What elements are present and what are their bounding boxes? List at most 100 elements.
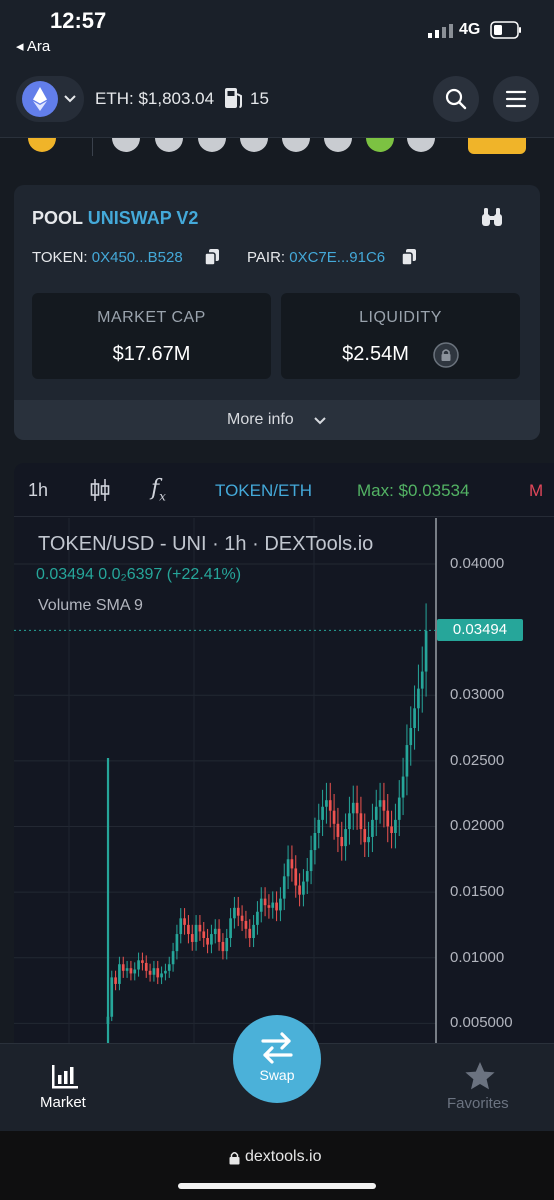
min-price-cut: M — [529, 481, 544, 500]
y-tick-label: 0.005000 — [450, 1014, 513, 1032]
website-icon[interactable] — [112, 138, 140, 152]
candle-body — [305, 871, 309, 882]
nav-favorites-label: Favorites — [447, 1095, 509, 1112]
y-tick-label: 0.04000 — [450, 554, 505, 572]
y-tick-label: 0.03000 — [450, 686, 505, 704]
candle-body — [351, 802, 355, 814]
candle-body — [313, 833, 317, 851]
chart-panel: 1h fx TOKEN/ETH Max: $0.03534 M TOKEN/US… — [14, 463, 554, 1043]
interval-selector[interactable]: 1h — [28, 480, 48, 501]
candle-body — [344, 829, 347, 847]
status-bar: 12:57 ◂ Ara 4G — [0, 0, 554, 60]
candle-body — [190, 934, 194, 942]
candlestick-icon[interactable] — [89, 477, 111, 503]
candle-body — [171, 951, 175, 965]
gas-pump-icon — [225, 88, 242, 108]
candle-body — [325, 800, 328, 807]
home-indicator[interactable] — [178, 1183, 376, 1189]
browser-url-bar[interactable]: dextools.io — [0, 1131, 554, 1200]
back-to-app[interactable]: ◂ Ara — [16, 37, 50, 55]
candle-body — [267, 905, 271, 908]
app-icon[interactable] — [366, 138, 394, 152]
swap-arrows-icon — [261, 1032, 293, 1064]
chart-title: TOKEN/USD - UNI · 1h · DEXTools.io — [38, 533, 374, 555]
pool-title: POOL UNISWAP V2 — [32, 208, 198, 229]
score-badge — [468, 138, 526, 154]
battery-icon — [490, 21, 521, 39]
lock-icon — [229, 1152, 240, 1165]
token-address[interactable]: 0X450...B528 — [92, 249, 183, 266]
candle-body — [401, 776, 405, 798]
candle-body — [118, 964, 121, 984]
pool-info-card: POOL UNISWAP V2 TOKEN: 0X450...B528 PAIR… — [14, 185, 540, 440]
chain-selector[interactable] — [16, 76, 84, 122]
candle-body — [148, 970, 152, 975]
candle-body — [213, 928, 217, 935]
copy-icon[interactable] — [401, 248, 417, 266]
token-label: TOKEN: — [32, 249, 88, 266]
candle-body — [183, 918, 186, 925]
y-tick-label: 0.01500 — [450, 883, 505, 901]
candle-body — [290, 859, 294, 869]
candle-body — [256, 911, 259, 925]
nav-market-label: Market — [40, 1094, 86, 1111]
eth-price: ETH: $1,803.04 — [95, 89, 215, 108]
pair-toggle[interactable]: TOKEN/ETH — [215, 481, 312, 501]
nav-market[interactable]: Market — [30, 1044, 100, 1132]
search-button[interactable] — [433, 76, 479, 122]
github-icon[interactable] — [324, 138, 352, 152]
copy-icon[interactable] — [204, 248, 220, 266]
candle-body — [409, 728, 413, 746]
candle-body — [294, 868, 298, 886]
candle-body — [363, 829, 367, 843]
menu-button[interactable] — [493, 76, 539, 122]
ethereum-icon — [22, 81, 58, 117]
binoculars-icon[interactable] — [480, 206, 504, 228]
candle-body — [275, 902, 278, 911]
chevron-down-icon — [314, 417, 326, 425]
candle-body — [221, 941, 225, 952]
pair-address-row: PAIR: 0XC7E...91C6 — [247, 249, 385, 266]
volume-spike-bar — [106, 758, 110, 1043]
candle-body — [317, 819, 321, 833]
candle-body — [179, 918, 183, 935]
y-tick-label: 0.02500 — [450, 751, 505, 769]
market-cap-box: MARKET CAP $17.67M — [32, 293, 271, 379]
x-twitter-icon[interactable] — [198, 138, 226, 152]
more-icon[interactable] — [407, 138, 435, 152]
candle-body — [125, 968, 129, 971]
candle-body — [144, 962, 148, 971]
candle-body — [397, 797, 401, 820]
price-chart[interactable]: TOKEN/USD - UNI · 1h · DEXTools.io 0.034… — [14, 518, 554, 1043]
candle-body — [417, 688, 420, 709]
pair-address[interactable]: 0XC7E...91C6 — [289, 249, 385, 266]
discord-icon[interactable] — [282, 138, 310, 152]
candle-body — [202, 931, 206, 938]
candle-body — [279, 898, 282, 911]
candle-body — [298, 885, 301, 895]
candle-body — [424, 630, 428, 672]
candle-body — [390, 826, 393, 833]
candle-body — [121, 964, 125, 971]
candle-body — [236, 907, 240, 916]
swap-button[interactable]: Swap — [233, 1015, 321, 1103]
candle-body — [259, 898, 263, 912]
pool-name[interactable]: UNISWAP V2 — [88, 208, 199, 228]
app-header: ETH: $1,803.04 15 — [0, 60, 554, 138]
token-address-row: TOKEN: 0X450...B528 — [32, 249, 183, 266]
candle-body — [175, 934, 179, 952]
globe-icon[interactable] — [155, 138, 183, 152]
nav-favorites[interactable]: Favorites — [440, 1044, 530, 1132]
more-info-toggle[interactable]: More info — [14, 400, 540, 440]
more-info-label: More info — [227, 411, 294, 428]
social-links-strip — [0, 138, 554, 160]
telegram-icon[interactable] — [240, 138, 268, 152]
candle-body — [420, 671, 424, 689]
liquidity-label: LIQUIDITY — [359, 309, 442, 326]
indicators-button[interactable]: fx — [151, 476, 166, 503]
candle-body — [187, 924, 190, 935]
candle-body — [355, 802, 359, 814]
candle-body — [240, 915, 244, 921]
pool-label: POOL — [32, 208, 83, 228]
url-text[interactable]: dextools.io — [245, 1148, 322, 1166]
